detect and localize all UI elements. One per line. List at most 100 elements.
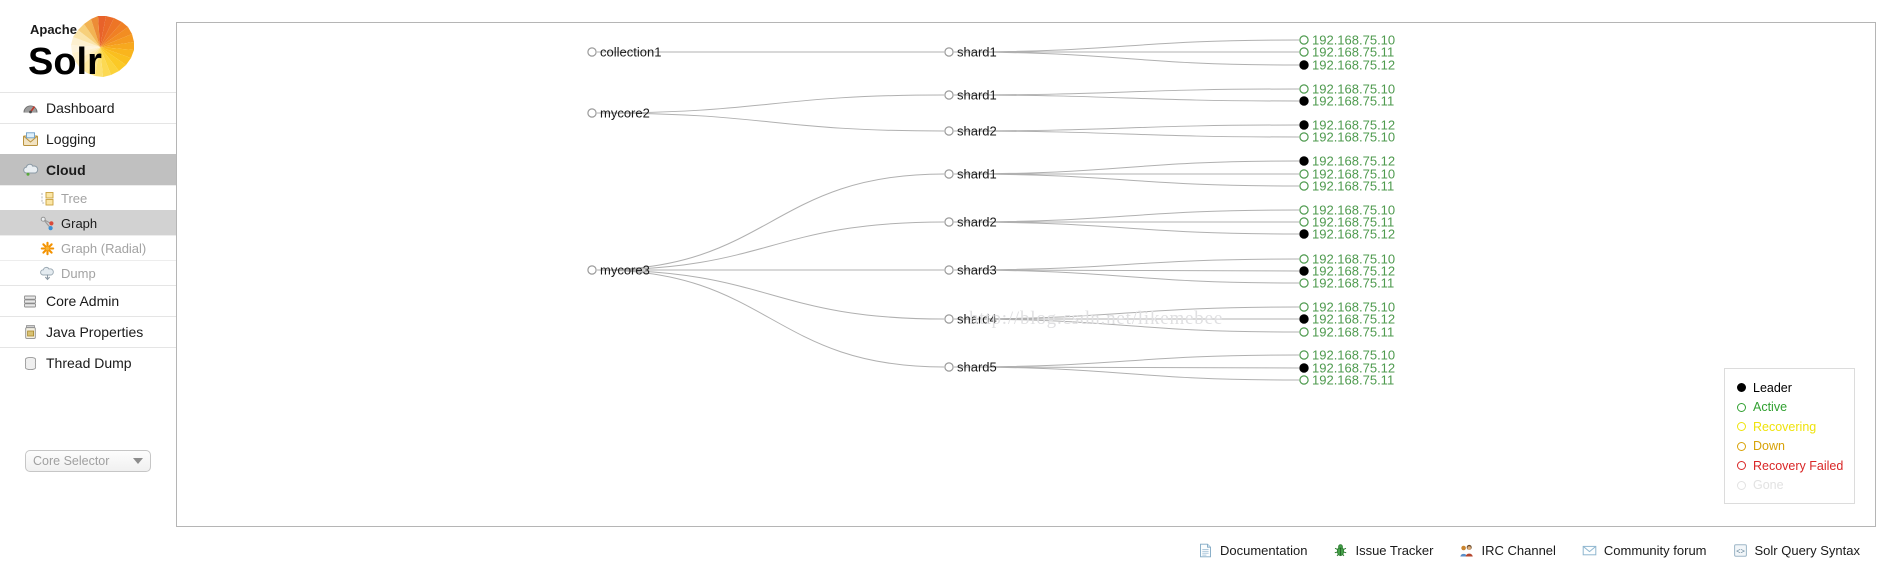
collection-label: collection1 (600, 44, 661, 59)
sidebar-item-cloud[interactable]: Cloud (0, 154, 176, 185)
legend-label: Gone (1753, 478, 1784, 493)
active-node-icon (1299, 47, 1309, 57)
sidebar-item-label: Java Properties (46, 324, 144, 340)
logo-apache-text: Apache (30, 22, 77, 37)
solr-logo-svg: Apache Solr (28, 16, 134, 83)
footer-link-solr-query-syntax[interactable]: <> Solr Query Syntax (1733, 543, 1860, 558)
active-node-icon (1299, 217, 1309, 227)
legend-row-down: Down (1737, 437, 1844, 457)
replica-label: 192.168.75.12 (1312, 226, 1395, 241)
footer-link-label: Documentation (1220, 542, 1308, 558)
sidebar-item-dashboard[interactable]: Dashboard (0, 92, 176, 123)
graph-node-replica[interactable]: 192.168.75.10 (1299, 129, 1395, 144)
solr-logo[interactable]: Apache Solr (0, 0, 176, 92)
active-node-icon (1299, 35, 1309, 45)
node-circle-icon (587, 47, 597, 57)
gone-dot-icon (1737, 480, 1746, 490)
shard-label: shard4 (957, 311, 997, 326)
sidebar-item-logging[interactable]: Logging (0, 123, 176, 154)
envelope-icon (1582, 545, 1597, 555)
legend-label: Leader (1753, 380, 1792, 395)
sidebar-item-core-admin[interactable]: Core Admin (0, 285, 176, 316)
graph-edge (953, 318, 1300, 333)
sidebar-item-graph[interactable]: Graph (0, 210, 176, 235)
leader-node-icon (1299, 120, 1309, 130)
graph-edge (953, 124, 1300, 132)
bug-icon (1335, 543, 1347, 556)
footer-link-community-forum[interactable]: Community forum (1582, 543, 1707, 558)
shard-label: shard1 (957, 87, 997, 102)
graph-node-replica[interactable]: 192.168.75.11 (1299, 178, 1394, 193)
core-selector-dropdown[interactable]: Core Selector (25, 450, 151, 472)
sidebar-item-tree[interactable]: Tree (0, 185, 176, 210)
footer-link-documentation[interactable]: Documentation (1198, 543, 1307, 558)
shard-label: shard1 (957, 44, 997, 59)
graph-edge (953, 94, 1300, 102)
active-node-icon (1299, 327, 1309, 337)
footer-link-label: IRC Channel (1481, 542, 1556, 558)
graph-node-replica[interactable]: 192.168.75.11 (1299, 372, 1394, 387)
graph-edge (596, 269, 945, 368)
graph-node-shard[interactable]: shard5 (944, 359, 997, 374)
replica-label: 192.168.75.12 (1312, 57, 1395, 72)
sidebar-item-thread-dump[interactable]: Thread Dump (0, 347, 176, 378)
shard-label: shard2 (957, 123, 997, 138)
tree-icon (41, 191, 54, 205)
graph-node-replica[interactable]: 192.168.75.12 (1299, 226, 1395, 241)
legend-label: Recovery Failed (1753, 458, 1844, 473)
active-dot-icon (1737, 402, 1746, 412)
node-circle-icon (944, 362, 954, 372)
replica-label: 192.168.75.11 (1312, 275, 1394, 290)
leader-node-icon (1299, 156, 1309, 166)
leader-node-icon (1299, 266, 1309, 276)
legend-label: Recovering (1753, 419, 1817, 434)
graph-node-shard[interactable]: shard1 (944, 166, 997, 181)
collection-label: mycore3 (600, 262, 650, 277)
solr-admin-app: Apache Solr Dashboard Logging Cloud Tree… (0, 0, 1896, 577)
footer-link-label: Community forum (1603, 542, 1707, 558)
graph-edge (953, 209, 1300, 223)
node-circle-icon (944, 126, 954, 136)
sidebar-item-graph-radial[interactable]: Graph (Radial) (0, 235, 176, 260)
active-node-icon (1299, 181, 1309, 191)
recovery-failed-dot-icon (1737, 461, 1746, 471)
svg-text:<>: <> (1736, 548, 1745, 556)
people-icon (1460, 544, 1474, 556)
legend-label: Down (1753, 439, 1785, 454)
sidebar-item-label: Logging (46, 131, 96, 147)
cloud-subnav: Tree Graph Graph (Radial) Dump (0, 185, 176, 285)
leader-dot-icon (1737, 383, 1746, 393)
graph-node-shard[interactable]: shard1 (944, 87, 997, 102)
graph-node-shard[interactable]: shard3 (944, 262, 997, 277)
active-node-icon (1299, 169, 1309, 179)
graph-edge (953, 51, 1300, 66)
graph-node-shard[interactable]: shard4 (944, 311, 997, 326)
sidebar-item-java-properties[interactable]: Java Properties (0, 316, 176, 347)
sidebar-nav: Dashboard Logging Cloud Tree Graph Graph… (0, 92, 176, 378)
legend-row-leader: Leader (1737, 378, 1844, 398)
graph-node-replica[interactable]: 192.168.75.11 (1299, 93, 1394, 108)
code-icon: <> (1733, 543, 1747, 557)
graph-edge (596, 173, 945, 271)
cloud-graph-svg[interactable]: collection1 shard1 192.168.75.10 192.168.75… (177, 23, 1875, 526)
dashboard-icon (23, 105, 38, 113)
sidebar-item-label: Core Admin (46, 293, 120, 309)
graph-node-replica[interactable]: 192.168.75.11 (1299, 275, 1394, 290)
graph-node-replica[interactable]: 192.168.75.12 (1299, 57, 1395, 72)
node-circle-icon (944, 169, 954, 179)
sidebar-subitem-label: Tree (61, 190, 88, 206)
shard-label: shard1 (957, 166, 997, 181)
core-admin-icon (24, 295, 36, 307)
cloud-icon (23, 163, 39, 176)
graph-node-replica[interactable]: 192.168.75.11 (1299, 324, 1394, 339)
graph-edge (953, 269, 1300, 284)
graph-node-shard[interactable]: shard2 (944, 123, 997, 138)
sidebar-item-dump[interactable]: Dump (0, 260, 176, 285)
graph-edge (953, 160, 1300, 175)
footer-link-issue-tracker[interactable]: Issue Tracker (1333, 543, 1433, 558)
replica-label: 192.168.75.11 (1312, 372, 1394, 387)
footer-link-irc-channel[interactable]: IRC Channel (1459, 542, 1556, 558)
active-node-icon (1299, 254, 1309, 264)
graph-node-shard[interactable]: shard1 (944, 44, 997, 59)
graph-node-shard[interactable]: shard2 (944, 214, 997, 229)
